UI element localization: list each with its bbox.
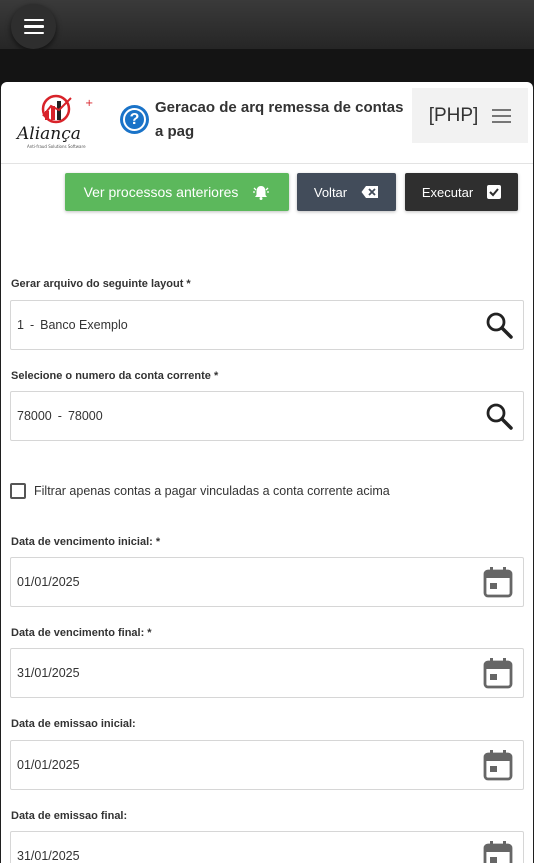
account-select[interactable]: 78000 - 78000 bbox=[10, 391, 524, 441]
issue-end-date-field[interactable]: 31/01/2025 bbox=[10, 831, 524, 863]
calendar-icon[interactable] bbox=[483, 749, 513, 781]
filter-checkbox[interactable] bbox=[10, 483, 26, 499]
due-start-date-field[interactable]: 01/01/2025 bbox=[10, 557, 524, 607]
main-card: + Aliança Anti-fraud Solutions Software … bbox=[1, 82, 533, 863]
due-end-value: 31/01/2025 bbox=[17, 666, 80, 680]
due-end-date-field[interactable]: 31/01/2025 bbox=[10, 648, 524, 698]
calendar-icon[interactable] bbox=[483, 840, 513, 863]
svg-text:Aliança: Aliança bbox=[15, 124, 81, 144]
filter-checkbox-row: Filtrar apenas contas a pagar vinculadas… bbox=[10, 483, 390, 499]
due-end-label: Data de vencimento final: * bbox=[11, 627, 152, 639]
company-logo: + Aliança Anti-fraud Solutions Software bbox=[15, 94, 93, 149]
execute-button[interactable]: Executar bbox=[405, 173, 518, 211]
account-description: 78000 bbox=[67, 409, 103, 423]
calendar-icon[interactable] bbox=[483, 566, 513, 598]
issue-end-value: 31/01/2025 bbox=[17, 849, 80, 863]
previous-processes-button[interactable]: Ver processos anteriores bbox=[65, 173, 289, 211]
layout-separator: - bbox=[29, 318, 35, 332]
main-menu-button[interactable] bbox=[11, 4, 56, 49]
menu-icon bbox=[23, 18, 44, 22]
help-button[interactable]: ? bbox=[120, 105, 149, 134]
php-menu-button[interactable]: [PHP] bbox=[412, 88, 528, 143]
issue-start-date-field[interactable]: 01/01/2025 bbox=[10, 740, 524, 790]
checkbox-checked-icon bbox=[487, 185, 502, 199]
layout-select[interactable]: 1 - Banco Exemplo bbox=[10, 300, 524, 350]
page-header: + Aliança Anti-fraud Solutions Software … bbox=[1, 82, 533, 164]
php-label: [PHP] bbox=[428, 104, 479, 126]
layout-label: Gerar arquivo do seguinte layout * bbox=[11, 278, 191, 290]
due-start-value: 01/01/2025 bbox=[17, 575, 80, 589]
previous-processes-label: Ver processos anteriores bbox=[83, 184, 239, 200]
layout-description: Banco Exemplo bbox=[40, 318, 128, 332]
account-label: Selecione o numero da conta corrente * bbox=[11, 370, 219, 382]
execute-label: Executar bbox=[421, 184, 474, 200]
filter-checkbox-label: Filtrar apenas contas a pagar vinculadas… bbox=[34, 484, 390, 498]
search-icon[interactable] bbox=[485, 311, 513, 339]
alarm-bell-icon bbox=[253, 186, 270, 200]
top-app-bar bbox=[0, 0, 534, 49]
svg-text:Anti-fraud Solutions Software: Anti-fraud Solutions Software bbox=[27, 144, 86, 149]
due-start-label: Data de vencimento inicial: * bbox=[11, 536, 161, 548]
layout-code: 1 bbox=[17, 318, 24, 332]
issue-end-label: Data de emissao final: bbox=[11, 810, 128, 822]
search-icon[interactable] bbox=[485, 402, 513, 430]
help-icon: ? bbox=[123, 108, 146, 131]
issue-start-label: Data de emissao inicial: bbox=[11, 718, 136, 730]
account-code: 78000 bbox=[17, 409, 52, 423]
issue-start-value: 01/01/2025 bbox=[17, 758, 80, 772]
svg-text:+: + bbox=[85, 98, 93, 109]
page-title: Geracao de arq remessa de contas a pag bbox=[155, 99, 404, 140]
account-separator: - bbox=[57, 409, 62, 423]
back-label: Voltar bbox=[313, 184, 348, 200]
backspace-icon bbox=[361, 186, 379, 198]
hamburger-icon bbox=[492, 108, 512, 123]
calendar-icon[interactable] bbox=[483, 657, 513, 689]
back-button[interactable]: Voltar bbox=[297, 173, 396, 211]
